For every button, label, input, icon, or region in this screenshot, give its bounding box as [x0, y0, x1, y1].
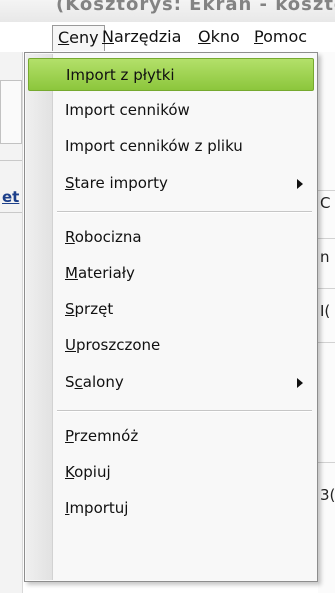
menu-item-label: Przemnóż	[65, 426, 139, 445]
submenu-arrow-icon	[297, 377, 303, 388]
menu-item-label: Importuj	[65, 499, 129, 518]
right-panel-text: I(	[320, 302, 331, 320]
right-panel-text: n	[320, 248, 330, 266]
menu-item-label: Uproszczone	[65, 336, 161, 355]
menu-item-label: Materiały	[65, 264, 135, 282]
menu-bar: Ceny Narzędzia Okno Pomoc	[0, 22, 335, 52]
menu-item-label: Kopiuj	[65, 463, 111, 481]
menu-item-materialy[interactable]: Materiały	[28, 257, 314, 290]
right-panel-gridline	[318, 288, 335, 289]
menu-separator	[57, 409, 312, 412]
right-panel-text: C	[320, 194, 331, 212]
right-panel-text: 3(	[320, 486, 335, 504]
menu-item-label: Stare importy	[65, 173, 168, 192]
menu-item-import-cennikow[interactable]: Import cenników	[28, 94, 314, 127]
menu-separator	[57, 210, 312, 213]
left-panel-tab-label[interactable]: et	[2, 188, 19, 206]
menu-item-kopiuj[interactable]: Kopiuj	[28, 456, 314, 489]
window-title: (Kosztorys: Ekran - kosztorys)	[56, 0, 335, 15]
menu-item-uproszczone[interactable]: Uproszczone	[28, 329, 314, 362]
left-panel-button[interactable]	[0, 80, 22, 144]
left-panel-edge: et	[0, 52, 23, 593]
right-panel-gridline	[318, 462, 335, 463]
menu-item-scalony[interactable]: Scalony	[28, 366, 314, 399]
menu-item-label: Import cenników	[65, 101, 190, 120]
menu-item-label: Scalony	[65, 372, 124, 391]
right-panel-gridline	[318, 190, 335, 191]
menu-pomoc[interactable]: Pomoc	[252, 27, 309, 47]
ceny-dropdown-menu: Import z płytki Import cenników Import cen…	[24, 52, 318, 582]
menu-item-sprzet[interactable]: Sprzęt	[28, 293, 314, 326]
left-panel-divider	[0, 160, 22, 161]
menu-item-import-z-plytki[interactable]: Import z płytki	[28, 58, 314, 91]
submenu-arrow-icon	[297, 178, 303, 189]
menu-narzedzia[interactable]: Narzędzia	[100, 27, 183, 47]
right-panel-gridline	[318, 342, 335, 343]
left-panel-divider	[0, 212, 22, 213]
menu-item-label: Robocizna	[65, 227, 142, 246]
menu-item-label: Import cenników z pliku	[65, 137, 243, 156]
menu-item-importuj[interactable]: Importuj	[28, 492, 314, 525]
right-panel-edge: C n I( 3(	[318, 52, 335, 593]
menu-ceny[interactable]: Ceny	[52, 25, 105, 51]
menu-okno[interactable]: Okno	[196, 27, 242, 47]
menu-item-import-cennikow-z-pliku[interactable]: Import cenników z pliku	[28, 130, 314, 163]
window-title-bar: (Kosztorys: Ekran - kosztorys)	[0, 0, 335, 22]
menu-item-robocizna[interactable]: Robocizna	[28, 221, 314, 254]
menu-item-label: Import z płytki	[66, 66, 175, 84]
right-panel-gridline	[318, 238, 335, 239]
menu-item-label: Sprzęt	[65, 300, 114, 319]
menu-item-stare-importy[interactable]: Stare importy	[28, 167, 314, 200]
menu-item-przemnoz[interactable]: Przemnóż	[28, 420, 314, 453]
